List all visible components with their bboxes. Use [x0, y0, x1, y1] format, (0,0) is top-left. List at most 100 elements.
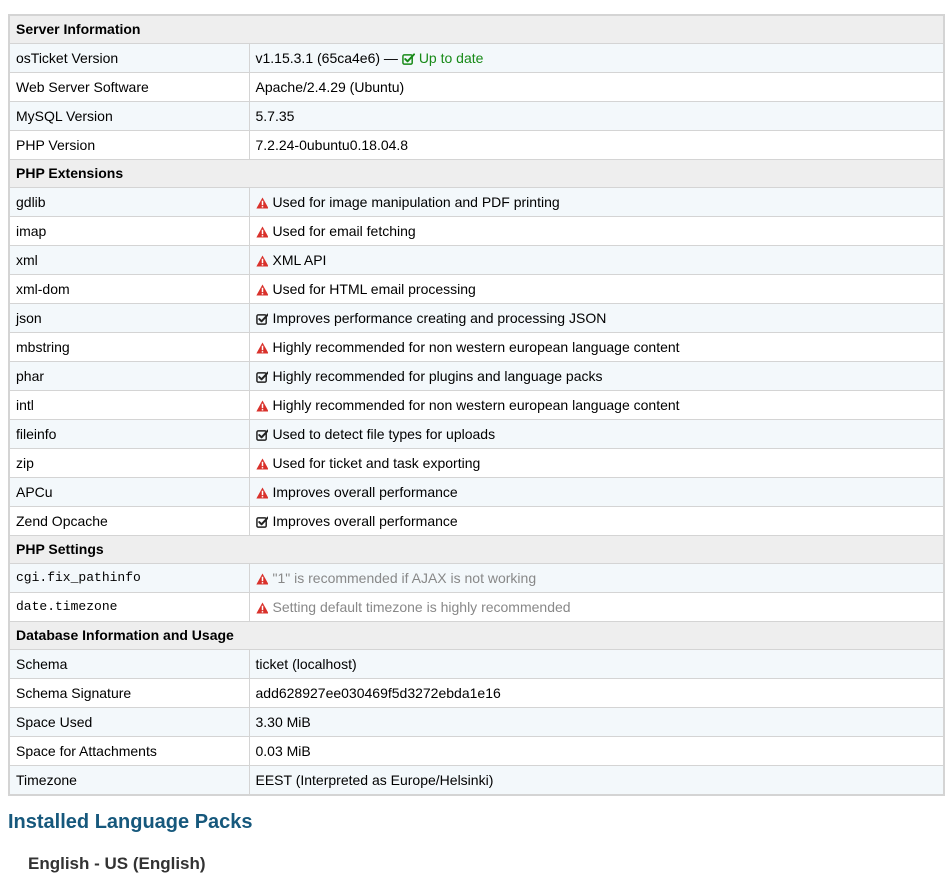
- up-to-date-status: Up to date: [401, 50, 483, 66]
- info-value: Highly recommended for plugins and langu…: [272, 368, 603, 384]
- info-row: Space Used 3.30 MiB: [8, 707, 945, 737]
- info-value-cell: add628927ee030469f5d3272ebda1e16: [248, 678, 945, 708]
- info-key: intl: [8, 390, 250, 420]
- info-value-cell: 3.30 MiB: [248, 707, 945, 737]
- info-value-cell: Improves performance creating and proces…: [248, 303, 945, 333]
- info-value: Used for ticket and task exporting: [272, 455, 481, 471]
- info-row: xml XML API: [8, 245, 945, 275]
- info-key: Zend Opcache: [8, 506, 250, 536]
- info-value: "1" is recommended if AJAX is not workin…: [272, 570, 537, 586]
- info-key: APCu: [8, 477, 250, 507]
- info-key: Space for Attachments: [8, 736, 250, 766]
- warning-icon: [255, 190, 269, 209]
- info-value: add628927ee030469f5d3272ebda1e16: [255, 685, 501, 701]
- info-key: gdlib: [8, 187, 250, 217]
- info-value: Apache/2.4.29 (Ubuntu): [255, 79, 405, 95]
- info-value: Improves performance creating and proces…: [272, 310, 607, 326]
- info-key: Timezone: [8, 765, 250, 796]
- info-value-cell: Setting default timezone is highly recom…: [248, 592, 945, 622]
- info-row: Schema ticket (localhost): [8, 649, 945, 679]
- info-value-cell: Highly recommended for plugins and langu…: [248, 361, 945, 391]
- info-value-cell: 7.2.24-0ubuntu0.18.04.8: [248, 130, 945, 160]
- info-value-cell: 5.7.35: [248, 101, 945, 131]
- info-key: PHP Version: [8, 130, 250, 160]
- info-value: 3.30 MiB: [255, 714, 311, 730]
- info-value: 7.2.24-0ubuntu0.18.04.8: [255, 137, 409, 153]
- check-square-icon: [401, 46, 415, 65]
- info-row: mbstring Highly recommended for non weste…: [8, 332, 945, 362]
- info-key: fileinfo: [8, 419, 250, 449]
- info-key: zip: [8, 448, 250, 478]
- info-key: Schema Signature: [8, 678, 250, 708]
- info-row: osTicket Version v1.15.3.1 (65ca4e6) — Up…: [8, 43, 945, 73]
- info-row: gdlib Used for image manipulation and PDF…: [8, 187, 945, 217]
- info-value-cell: ticket (localhost): [248, 649, 945, 679]
- info-row: PHP Version 7.2.24-0ubuntu0.18.04.8: [8, 130, 945, 160]
- info-value-cell: Used for HTML email processing: [248, 274, 945, 304]
- info-row: zip Used for ticket and task exporting: [8, 448, 945, 478]
- info-key: date.timezone: [8, 592, 250, 622]
- system-info-table: Server Information osTicket Version v1.15.…: [8, 14, 945, 796]
- info-value-cell: Improves overall performance: [248, 506, 945, 536]
- info-key: phar: [8, 361, 250, 391]
- warning-icon: [255, 277, 269, 296]
- warning-icon: [255, 393, 269, 412]
- warning-icon: [255, 451, 269, 470]
- info-value-cell: EEST (Interpreted as Europe/Helsinki): [248, 765, 945, 796]
- info-value: 0.03 MiB: [255, 743, 311, 759]
- info-row: json Improves performance creating and pr…: [8, 303, 945, 333]
- info-row: cgi.fix_pathinfo "1" is recommended if AJ…: [8, 563, 945, 593]
- info-key: MySQL Version: [8, 101, 250, 131]
- info-value-cell: Used for image manipulation and PDF prin…: [248, 187, 945, 217]
- info-row: Zend Opcache Improves overall performance: [8, 506, 945, 536]
- info-value: Highly recommended for non western europ…: [272, 397, 680, 413]
- info-key: osTicket Version: [8, 43, 250, 73]
- info-value-cell: Highly recommended for non western europ…: [248, 332, 945, 362]
- info-value-cell: v1.15.3.1 (65ca4e6) — Up to date: [248, 43, 945, 73]
- warning-icon: [255, 566, 269, 585]
- info-key: xml-dom: [8, 274, 250, 304]
- language-pack-item: English - US (English): [28, 854, 206, 873]
- section-header-row: PHP Settings: [8, 535, 945, 564]
- info-value: Improves overall performance: [272, 484, 458, 500]
- check-square-icon: [255, 422, 269, 441]
- warning-icon: [255, 248, 269, 267]
- info-value-cell: Used for email fetching: [248, 216, 945, 246]
- info-value: Improves overall performance: [272, 513, 458, 529]
- info-key: xml: [8, 245, 250, 275]
- info-row: Schema Signature add628927ee030469f5d3272…: [8, 678, 945, 708]
- info-value: Highly recommended for non western europ…: [272, 339, 680, 355]
- info-key: Space Used: [8, 707, 250, 737]
- info-key: imap: [8, 216, 250, 246]
- info-row: MySQL Version 5.7.35: [8, 101, 945, 131]
- info-value-cell: "1" is recommended if AJAX is not workin…: [248, 563, 945, 593]
- section-title: Server Information: [8, 14, 945, 44]
- section-title: Database Information and Usage: [8, 621, 945, 650]
- info-value: Used for email fetching: [272, 223, 416, 239]
- section-header-row: PHP Extensions: [8, 159, 945, 188]
- info-value: Used for HTML email processing: [272, 281, 476, 297]
- warning-icon: [255, 219, 269, 238]
- info-row: date.timezone Setting default timezone is…: [8, 592, 945, 622]
- info-value: Used to detect file types for uploads: [272, 426, 496, 442]
- info-key: mbstring: [8, 332, 250, 362]
- section-header-row: Server Information: [8, 14, 945, 44]
- info-value: Used for image manipulation and PDF prin…: [272, 194, 560, 210]
- info-value-cell: Used to detect file types for uploads: [248, 419, 945, 449]
- info-row: Web Server Software Apache/2.4.29 (Ubuntu…: [8, 72, 945, 102]
- info-key: Web Server Software: [8, 72, 250, 102]
- section-title: PHP Extensions: [8, 159, 945, 188]
- info-value-cell: Highly recommended for non western europ…: [248, 390, 945, 420]
- info-row: Space for Attachments 0.03 MiB: [8, 736, 945, 766]
- info-key: Schema: [8, 649, 250, 679]
- info-value: Setting default timezone is highly recom…: [272, 599, 571, 615]
- info-value-cell: Used for ticket and task exporting: [248, 448, 945, 478]
- info-row: APCu Improves overall performance: [8, 477, 945, 507]
- warning-icon: [255, 335, 269, 354]
- check-square-icon: [255, 509, 269, 528]
- info-value-cell: Apache/2.4.29 (Ubuntu): [248, 72, 945, 102]
- info-row: imap Used for email fetching: [8, 216, 945, 246]
- info-value-cell: 0.03 MiB: [248, 736, 945, 766]
- warning-icon: [255, 480, 269, 499]
- info-row: intl Highly recommended for non western e…: [8, 390, 945, 420]
